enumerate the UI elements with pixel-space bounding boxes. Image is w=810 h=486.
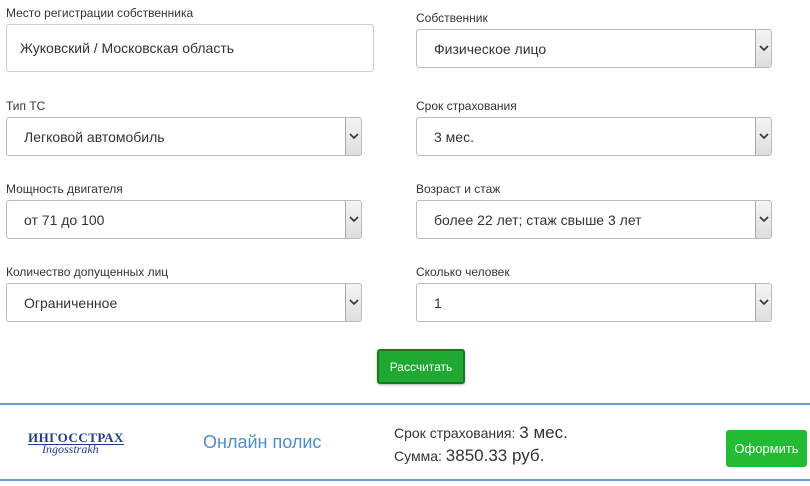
drivers-count-label: Количество допущенных лиц	[6, 265, 169, 279]
ingosstrakh-logo: ИНГОССТРАХ Ingosstrakh	[28, 427, 128, 463]
vehicle-type-select[interactable]: Легковой автомобиль	[6, 117, 362, 156]
insurance-term-label: Срок страхования	[416, 99, 517, 113]
offer-panel: ИНГОССТРАХ Ingosstrakh Онлайн полис Срок…	[0, 403, 810, 481]
chevron-down-icon[interactable]	[345, 118, 361, 155]
offer-term-value: 3 мес.	[519, 423, 568, 442]
vehicle-type-label: Тип ТС	[6, 99, 46, 113]
offer-term: Срок страхования: 3 мес.	[394, 423, 568, 443]
vehicle-type-value: Легковой автомобиль	[24, 128, 165, 145]
insurance-term-value: 3 мес.	[434, 128, 474, 145]
owner-select[interactable]: Физическое лицо	[416, 29, 772, 68]
insurance-term-select[interactable]: 3 мес.	[416, 117, 772, 156]
offer-term-label: Срок страхования:	[394, 425, 516, 441]
offer-sum-label: Сумма:	[394, 448, 442, 464]
offer-sum-value: 3850.33 руб.	[445, 446, 545, 465]
chevron-down-icon[interactable]	[345, 201, 361, 238]
owner-registration-label: Место регистрации собственника	[6, 6, 194, 20]
chevron-down-icon[interactable]	[345, 284, 361, 321]
persons-count-label: Сколько человек	[416, 265, 510, 279]
chevron-down-icon[interactable]	[755, 201, 771, 238]
engine-power-select[interactable]: от 71 до 100	[6, 200, 362, 239]
engine-power-label: Мощность двигателя	[6, 182, 123, 196]
owner-registration-input[interactable]: Жуковский / Московская область	[6, 24, 374, 72]
calculate-button[interactable]: Рассчитать	[377, 349, 465, 384]
age-experience-label: Возраст и стаж	[416, 182, 501, 196]
order-button[interactable]: Оформить	[726, 430, 807, 467]
owner-select-value: Физическое лицо	[434, 40, 547, 57]
chevron-down-icon[interactable]	[755, 118, 771, 155]
chevron-down-icon[interactable]	[755, 30, 771, 67]
drivers-count-value: Ограниченное	[24, 294, 118, 311]
chevron-down-icon[interactable]	[755, 284, 771, 321]
logo-text-en: Ingosstrakh	[42, 442, 99, 456]
persons-count-value: 1	[434, 294, 442, 311]
engine-power-value: от 71 до 100	[24, 211, 105, 228]
offer-sum: Сумма: 3850.33 руб.	[394, 446, 544, 466]
owner-label: Собственник	[416, 11, 488, 25]
online-policy-label: Онлайн полис	[203, 432, 322, 452]
drivers-count-select[interactable]: Ограниченное	[6, 283, 362, 322]
age-experience-value: более 22 лет; стаж свыше 3 лет	[434, 211, 642, 228]
age-experience-select[interactable]: более 22 лет; стаж свыше 3 лет	[416, 200, 772, 239]
persons-count-select[interactable]: 1	[416, 283, 772, 322]
